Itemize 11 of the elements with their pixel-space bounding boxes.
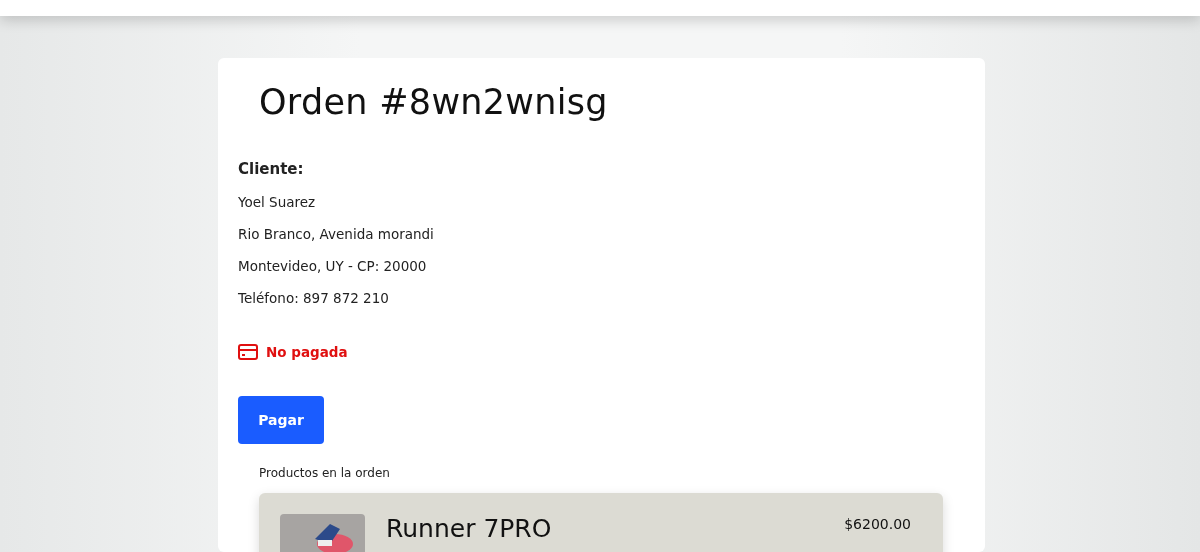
order-title: Orden #8wn2wnisg [259,82,609,122]
customer-heading: Cliente: [238,160,305,178]
customer-detail: Yoel Suarez [238,194,317,210]
product-price: $6200.00 [844,516,911,532]
customer-detail: Teléfono: 897 872 210 [238,290,390,306]
pay-button[interactable]: Pagar [238,396,324,444]
payment-status: No pagada [266,344,348,360]
customer-detail: Montevideo, UY - CP: 20000 [238,258,428,274]
section-heading: Productos en la orden [259,466,391,480]
product-name: Runner 7PRO [386,514,553,543]
customer-detail: Rio Branco, Avenida morandi [238,226,435,242]
